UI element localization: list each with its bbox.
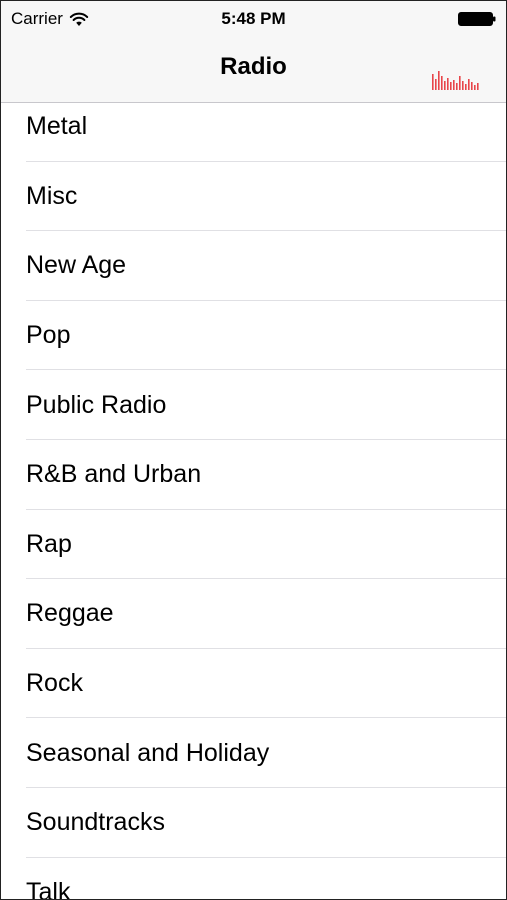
- list-item-label: Misc: [26, 181, 78, 210]
- list-item-label: Seasonal and Holiday: [26, 738, 270, 767]
- list-item[interactable]: Misc: [1, 162, 506, 232]
- status-bar: Carrier 5:48 PM: [1, 1, 506, 37]
- list-item-label: Rap: [26, 529, 72, 558]
- list-item[interactable]: Rap: [1, 510, 506, 580]
- list-item-label: Pop: [26, 321, 71, 350]
- list-item[interactable]: Metal: [1, 92, 506, 162]
- list-item[interactable]: Talk: [1, 858, 506, 900]
- now-playing-equalizer-icon[interactable]: [432, 70, 480, 90]
- list-item[interactable]: Soundtracks: [1, 788, 506, 858]
- list-item-label: Reggae: [26, 599, 114, 628]
- list-item-label: Rock: [26, 669, 83, 698]
- radio-screen: Carrier 5:48 PM Radio Metal Misc New Age…: [0, 0, 507, 900]
- list-item-label: New Age: [26, 251, 127, 280]
- list-item-label: Public Radio: [26, 390, 167, 419]
- status-time: 5:48 PM: [221, 9, 286, 28]
- list-item[interactable]: Pop: [1, 301, 506, 371]
- genre-list: Metal Misc New Age Pop Public Radio R&B …: [1, 92, 506, 900]
- list-item[interactable]: R&B and Urban: [1, 440, 506, 510]
- list-item-label: R&B and Urban: [26, 460, 202, 489]
- list-item[interactable]: Seasonal and Holiday: [1, 718, 506, 788]
- list-item[interactable]: Reggae: [1, 579, 506, 649]
- list-item-label: Talk: [26, 877, 71, 900]
- list-item[interactable]: Rock: [1, 649, 506, 719]
- list-item[interactable]: Public Radio: [1, 370, 506, 440]
- battery-icon: [458, 12, 496, 26]
- list-item[interactable]: New Age: [1, 231, 506, 301]
- list-item-label: Metal: [26, 112, 88, 141]
- list-item-label: Soundtracks: [26, 808, 165, 837]
- page-title: Radio: [220, 53, 287, 80]
